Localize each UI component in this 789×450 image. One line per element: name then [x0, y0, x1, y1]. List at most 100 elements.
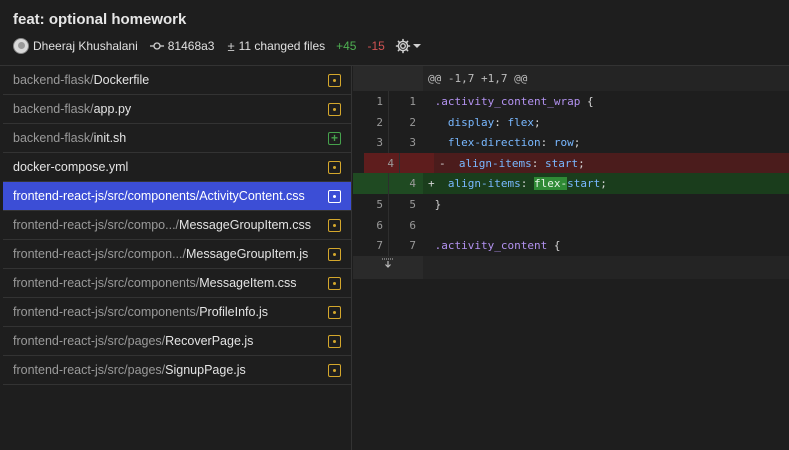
diff-view: @@ -1,7 +1,7 @@ 1 1 .activity_content_wra…: [353, 66, 789, 450]
diff-line: 4 - align-items: start;: [364, 152, 789, 174]
file-name: SignupPage.js: [165, 363, 246, 377]
new-line-number: 5: [409, 198, 416, 211]
file-modified-icon: [328, 160, 341, 174]
file-path: backend-flask/Dockerfile: [13, 73, 149, 87]
new-line-number: 7: [409, 239, 416, 253]
file-list-item[interactable]: frontend-react-js/src/compo.../MessageGr…: [3, 211, 351, 240]
file-path: frontend-react-js/src/components/Activit…: [13, 189, 305, 203]
file-added-icon: +: [328, 131, 341, 145]
file-list-item[interactable]: backend-flask/init.sh +: [3, 124, 351, 153]
new-line-number: 4: [409, 177, 416, 191]
file-name: ActivityContent.css: [199, 189, 305, 203]
file-list-item[interactable]: frontend-react-js/src/components/Message…: [3, 269, 351, 298]
diff-line: 4 + align-items: flex-start;: [353, 173, 789, 194]
file-modified-icon: [328, 247, 341, 261]
file-name: MessageGroupItem.css: [179, 218, 312, 232]
commit-sha[interactable]: 81468a3: [168, 39, 215, 53]
diff-prefix: [428, 95, 435, 108]
new-line-number: 2: [409, 115, 416, 129]
file-modified-icon: [328, 334, 341, 348]
file-path: frontend-react-js/src/pages/SignupPage.j…: [13, 363, 246, 377]
diff-prefix: [428, 239, 435, 252]
file-directory: frontend-react-js/src/compo.../: [13, 218, 180, 232]
file-name: app.py: [93, 102, 132, 116]
file-list-item[interactable]: frontend-react-js/src/components/Activit…: [3, 182, 351, 211]
file-directory: backend-flask/: [13, 131, 94, 145]
file-directory: backend-flask/: [13, 102, 94, 116]
file-path: backend-flask/init.sh: [13, 131, 126, 145]
file-directory: frontend-react-js/src/compon.../: [13, 247, 186, 261]
file-path: docker-compose.yml: [13, 160, 128, 174]
file-modified-icon: [328, 189, 341, 203]
file-list-item[interactable]: frontend-react-js/src/pages/SignupPage.j…: [3, 356, 351, 385]
old-line-number: 7: [376, 239, 383, 253]
expand-down-icon[interactable]: [353, 256, 423, 279]
file-diff-icon: ±: [227, 38, 235, 54]
gear-icon[interactable]: [395, 38, 411, 54]
code-line: [428, 219, 435, 232]
diff-line: 3 3 flex-direction: row;: [353, 132, 789, 153]
diff-line: 5 5 }: [353, 194, 789, 215]
file-name: MessageGroupItem.js: [185, 247, 309, 261]
file-path: frontend-react-js/src/compon.../MessageG…: [13, 247, 308, 261]
code-line: - align-items: start;: [439, 156, 585, 170]
file-list-item[interactable]: backend-flask/app.py: [3, 95, 351, 124]
file-name: RecoverPage.js: [165, 334, 254, 348]
diff-prefix: +: [428, 177, 435, 191]
code-line: .activity_content_wrap {: [428, 95, 594, 108]
file-modified-icon: [328, 73, 341, 87]
file-directory: frontend-react-js/src/pages/: [13, 334, 166, 348]
file-directory: frontend-react-js/src/components/: [13, 305, 200, 319]
file-name: MessageItem.css: [199, 276, 297, 290]
file-name: Dockerfile: [93, 73, 150, 87]
file-list-item[interactable]: backend-flask/Dockerfile: [3, 66, 351, 95]
code-line: flex-direction: row;: [428, 136, 580, 149]
file-list-item[interactable]: frontend-react-js/src/compon.../MessageG…: [3, 240, 351, 269]
file-path: frontend-react-js/src/components/Profile…: [13, 305, 268, 319]
code-line: .activity_content {: [428, 239, 561, 252]
file-list-item[interactable]: docker-compose.yml: [3, 153, 351, 182]
file-path: frontend-react-js/src/compo.../MessageGr…: [13, 218, 311, 232]
old-line-number: 3: [376, 136, 383, 150]
code-line: + align-items: flex-start;: [428, 177, 607, 191]
file-name: docker-compose.yml: [13, 160, 129, 174]
file-list-item[interactable]: frontend-react-js/src/components/Profile…: [3, 298, 351, 327]
new-line-number: 1: [409, 95, 416, 108]
old-line-number: 6: [376, 218, 383, 232]
commit-title: feat: optional homework: [13, 11, 187, 28]
file-path: frontend-react-js/src/pages/RecoverPage.…: [13, 334, 253, 348]
file-name: ProfileInfo.js: [199, 305, 268, 319]
diff-prefix: -: [439, 156, 446, 170]
commit-meta: Dheeraj Khushalani 81468a3 ± 11 changed …: [13, 37, 421, 55]
old-line-number: 2: [376, 115, 383, 129]
new-line-number: 3: [409, 136, 416, 150]
old-line-number: 4: [387, 156, 394, 170]
diff-prefix: [428, 136, 435, 149]
diff-line: 1 1 .activity_content_wrap {: [353, 91, 789, 112]
file-modified-icon: [328, 305, 341, 319]
code-line: }: [428, 198, 442, 211]
file-modified-icon: [328, 276, 341, 290]
additions-count: +45: [336, 39, 357, 53]
hunk-header-text: @@ -1,7 +1,7 @@: [428, 72, 528, 85]
new-line-number: 6: [409, 218, 416, 232]
file-path: backend-flask/app.py: [13, 102, 131, 116]
code-line: display: flex;: [428, 116, 541, 129]
chevron-down-icon[interactable]: [412, 43, 421, 49]
diff-prefix: [428, 198, 435, 211]
file-directory: frontend-react-js/src/pages/: [13, 363, 166, 377]
file-list-item[interactable]: frontend-react-js/src/pages/RecoverPage.…: [3, 327, 351, 356]
old-line-number: 1: [376, 95, 383, 108]
file-modified-icon: [328, 363, 341, 377]
diff-line: 66: [353, 214, 789, 236]
file-modified-icon: [328, 218, 341, 232]
file-directory: backend-flask/: [13, 73, 94, 87]
deletions-count: -15: [367, 39, 385, 53]
author-name: Dheeraj Khushalani: [33, 39, 138, 53]
file-modified-icon: [328, 102, 341, 116]
file-directory: frontend-react-js/src/components/: [13, 276, 200, 290]
file-path: frontend-react-js/src/components/Message…: [13, 276, 296, 290]
hunk-header: @@ -1,7 +1,7 @@: [353, 66, 789, 91]
diff-line: 7 7 .activity_content {: [353, 235, 789, 256]
commit-icon: [149, 41, 164, 51]
